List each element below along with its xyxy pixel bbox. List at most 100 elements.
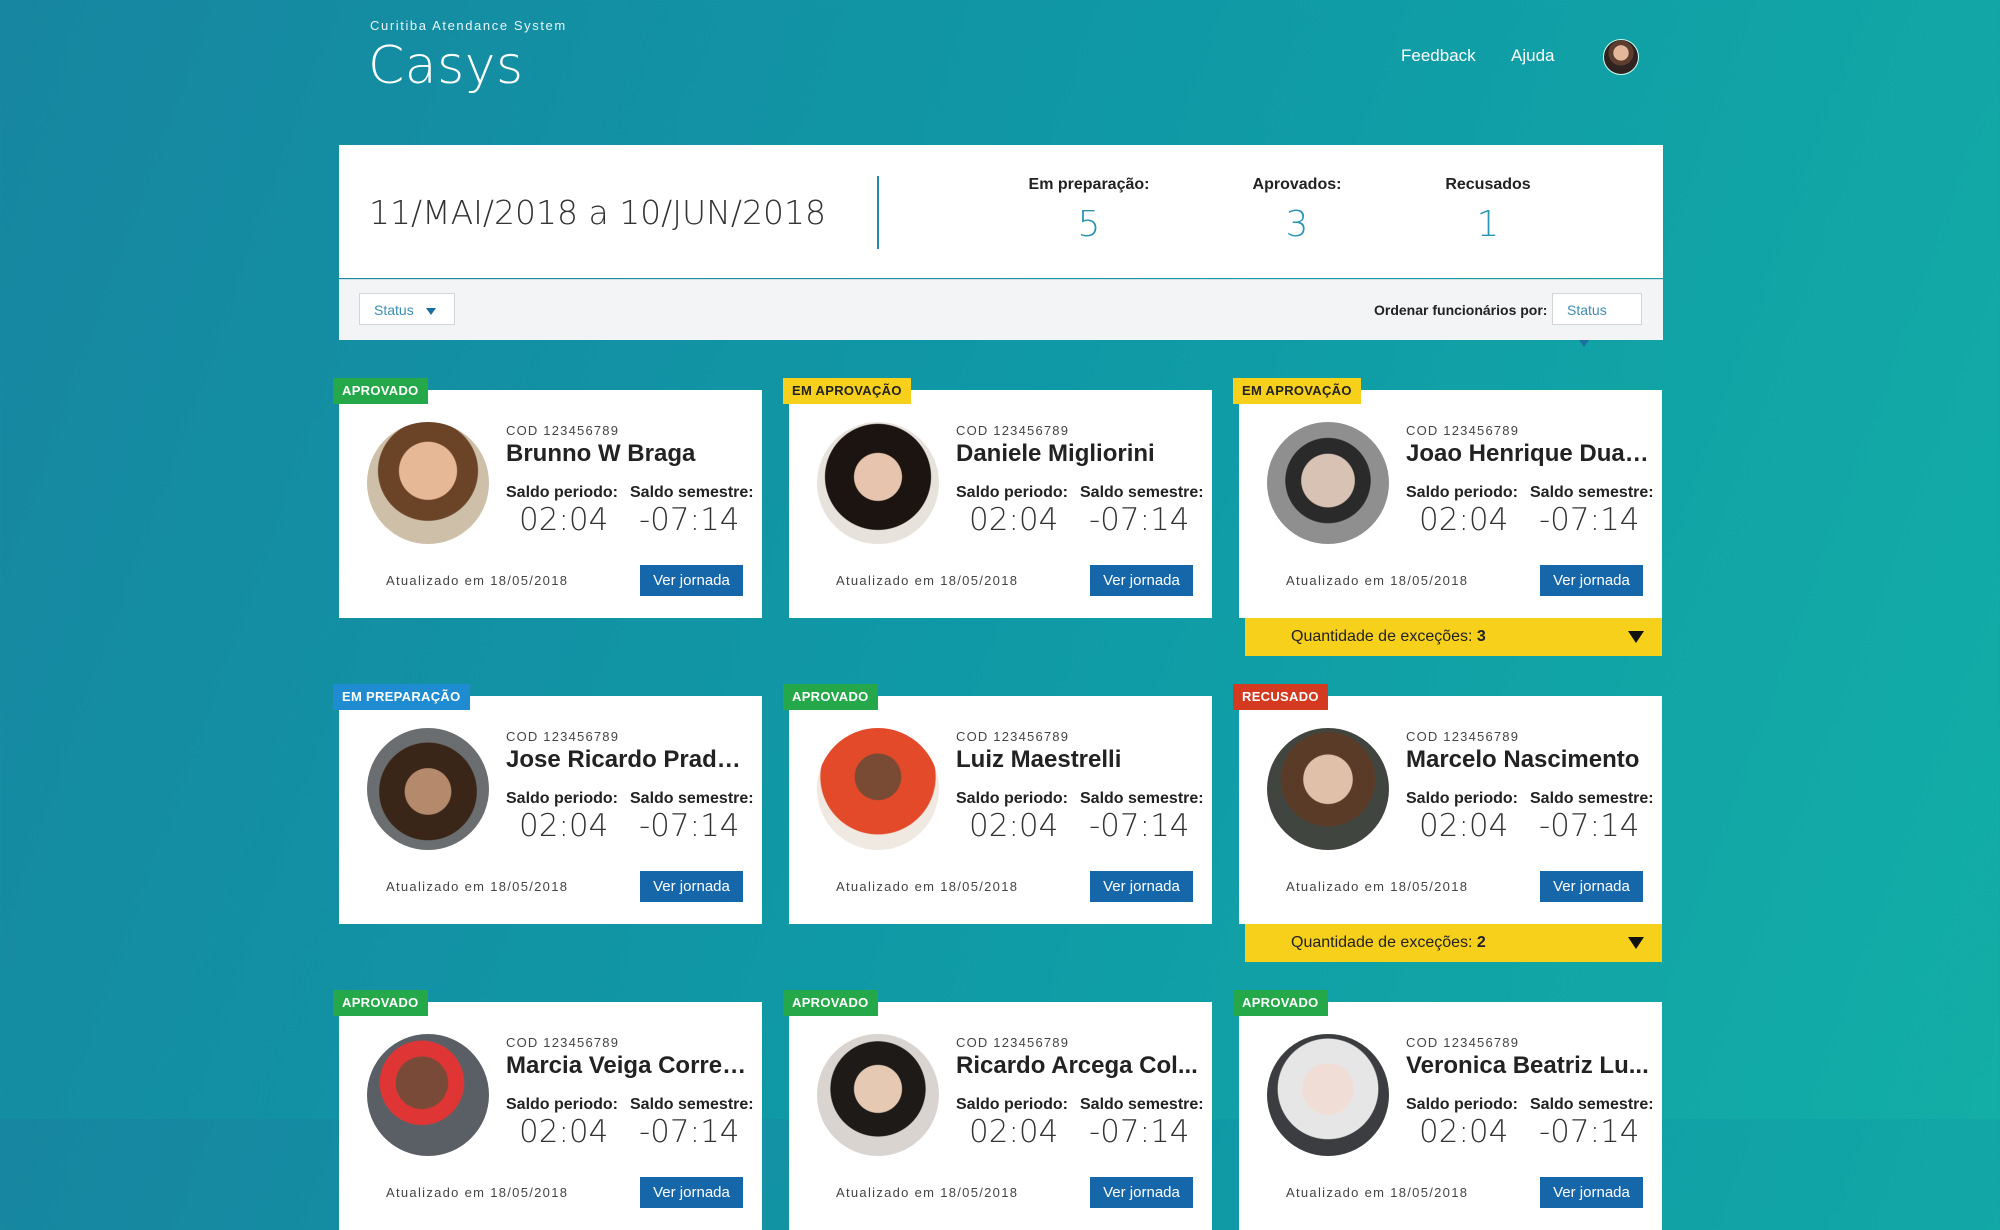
exceptions-text: Quantidade de exceções: 2 xyxy=(1291,934,1486,952)
expand-caret-icon[interactable] xyxy=(1628,631,1644,643)
status-tag: APROVADO xyxy=(333,990,428,1016)
employee-code: COD 123456789 xyxy=(1406,729,1520,744)
ver-jornada-button[interactable]: Ver jornada xyxy=(640,1177,743,1208)
saldo-periodo-label: Saldo periodo: xyxy=(506,484,618,501)
ver-jornada-button[interactable]: Ver jornada xyxy=(640,565,743,596)
saldo-periodo-label: Saldo periodo: xyxy=(506,790,618,807)
employee-card: EM PREPARAÇÃO COD 123456789 Jose Ricardo… xyxy=(333,684,762,924)
saldo-periodo-label: Saldo periodo: xyxy=(956,790,1068,807)
updated-date: Atualizado em 18/05/2018 xyxy=(386,573,569,588)
ver-jornada-button[interactable]: Ver jornada xyxy=(1540,871,1643,902)
caret-down-icon xyxy=(1579,339,1589,347)
card-body: COD 123456789 Veronica Beatriz Lu... Sal… xyxy=(1239,1002,1662,1230)
card-body: COD 123456789 Marcia Veiga Corren... Sal… xyxy=(339,1002,762,1230)
help-link[interactable]: Ajuda xyxy=(1511,46,1554,66)
feedback-link[interactable]: Feedback xyxy=(1401,46,1476,66)
employee-photo xyxy=(1267,422,1389,544)
ver-jornada-button[interactable]: Ver jornada xyxy=(1090,871,1193,902)
filter-bar: Status Ordenar funcionários por: Status xyxy=(339,279,1663,347)
saldo-periodo-value: 02:04 xyxy=(519,1114,609,1150)
updated-date: Atualizado em 18/05/2018 xyxy=(386,879,569,894)
saldo-semestre-label: Saldo semestre: xyxy=(1530,790,1654,807)
saldo-semestre-value: -07:14 xyxy=(639,1114,740,1150)
ver-jornada-button[interactable]: Ver jornada xyxy=(1540,1177,1643,1208)
stat-refused: Recusados 1 xyxy=(1408,176,1568,245)
employee-photo xyxy=(367,1034,489,1156)
card-body: COD 123456789 Daniele Migliorini Saldo p… xyxy=(789,390,1212,618)
status-tag: APROVADO xyxy=(1233,990,1328,1016)
card-body: COD 123456789 Marcelo Nascimento Saldo p… xyxy=(1239,696,1662,924)
employee-name: Marcia Veiga Corren... xyxy=(506,1052,751,1079)
employee-name: Brunno W Braga xyxy=(506,440,696,467)
employee-name: Marcelo Nascimento xyxy=(1406,746,1640,773)
employee-photo xyxy=(1267,1034,1389,1156)
employee-card: APROVADO COD 123456789 Brunno W Braga Sa… xyxy=(333,378,762,618)
saldo-periodo-value: 02:04 xyxy=(1419,502,1509,538)
saldo-semestre-label: Saldo semestre: xyxy=(1080,1096,1204,1113)
stat-value: 5 xyxy=(1077,204,1101,245)
stat-value: 1 xyxy=(1476,204,1500,245)
status-tag: EM APROVAÇÃO xyxy=(1233,378,1361,404)
user-avatar[interactable] xyxy=(1603,39,1639,75)
updated-date: Atualizado em 18/05/2018 xyxy=(386,1185,569,1200)
exceptions-count: 2 xyxy=(1476,934,1486,951)
ver-jornada-button[interactable]: Ver jornada xyxy=(640,871,743,902)
employee-code: COD 123456789 xyxy=(956,423,1070,438)
employee-photo xyxy=(367,422,489,544)
ver-jornada-button[interactable]: Ver jornada xyxy=(1090,1177,1193,1208)
saldo-semestre-label: Saldo semestre: xyxy=(1530,1096,1654,1113)
saldo-semestre-value: -07:14 xyxy=(1539,808,1640,844)
saldo-semestre-value: -07:14 xyxy=(1089,808,1190,844)
stat-label: Em preparação: xyxy=(1028,176,1150,193)
updated-date: Atualizado em 18/05/2018 xyxy=(1286,879,1469,894)
employee-name: Ricardo Arcega Col... xyxy=(956,1052,1198,1079)
exceptions-label: Quantidade de exceções: xyxy=(1291,934,1473,951)
status-filter-value: Status xyxy=(374,302,414,318)
exceptions-count: 3 xyxy=(1476,628,1486,645)
order-select-value: Status xyxy=(1567,302,1607,318)
saldo-semestre-value: -07:14 xyxy=(1539,1114,1640,1150)
saldo-periodo-value: 02:04 xyxy=(969,808,1059,844)
employee-code: COD 123456789 xyxy=(1406,1035,1520,1050)
updated-date: Atualizado em 18/05/2018 xyxy=(836,573,1019,588)
saldo-periodo-label: Saldo periodo: xyxy=(1406,484,1518,501)
updated-date: Atualizado em 18/05/2018 xyxy=(836,879,1019,894)
employee-photo xyxy=(817,1034,939,1156)
saldo-semestre-label: Saldo semestre: xyxy=(1530,484,1654,501)
order-label: Ordenar funcionários por: xyxy=(1374,302,1548,318)
saldo-periodo-label: Saldo periodo: xyxy=(956,484,1068,501)
exceptions-label: Quantidade de exceções: xyxy=(1291,628,1473,645)
exceptions-bar[interactable]: Quantidade de exceções: 2 xyxy=(1245,924,1662,962)
saldo-periodo-value: 02:04 xyxy=(1419,1114,1509,1150)
employee-card: APROVADO COD 123456789 Veronica Beatriz … xyxy=(1233,990,1662,1230)
summary-divider xyxy=(877,176,879,249)
order-select[interactable]: Status xyxy=(1552,293,1642,347)
employee-card: EM APROVAÇÃO COD 123456789 Joao Henrique… xyxy=(1233,378,1662,656)
ver-jornada-button[interactable]: Ver jornada xyxy=(1540,565,1643,596)
employee-name: Joao Henrique Duar... xyxy=(1406,440,1651,467)
employee-code: COD 123456789 xyxy=(1406,423,1520,438)
exceptions-bar[interactable]: Quantidade de exceções: 3 xyxy=(1245,618,1662,656)
updated-date: Atualizado em 18/05/2018 xyxy=(1286,573,1469,588)
expand-caret-icon[interactable] xyxy=(1628,937,1644,949)
status-tag: APROVADO xyxy=(783,990,878,1016)
saldo-periodo-value: 02:04 xyxy=(969,502,1059,538)
employee-photo xyxy=(1267,728,1389,850)
saldo-semestre-value: -07:14 xyxy=(1539,502,1640,538)
card-body: COD 123456789 Jose Ricardo Prado... Sald… xyxy=(339,696,762,924)
saldo-periodo-label: Saldo periodo: xyxy=(1406,1096,1518,1113)
app-title[interactable]: Casys xyxy=(368,36,524,96)
employee-code: COD 123456789 xyxy=(956,1035,1070,1050)
status-tag: APROVADO xyxy=(333,378,428,404)
status-filter-select[interactable]: Status xyxy=(359,293,455,325)
employee-name: Jose Ricardo Prado... xyxy=(506,746,751,773)
saldo-semestre-value: -07:14 xyxy=(1089,1114,1190,1150)
employee-name: Daniele Migliorini xyxy=(956,440,1155,467)
employee-card: RECUSADO COD 123456789 Marcelo Nasciment… xyxy=(1233,684,1662,962)
saldo-semestre-label: Saldo semestre: xyxy=(630,484,754,501)
employee-card: APROVADO COD 123456789 Marcia Veiga Corr… xyxy=(333,990,762,1230)
saldo-periodo-label: Saldo periodo: xyxy=(1406,790,1518,807)
saldo-semestre-label: Saldo semestre: xyxy=(1080,484,1204,501)
ver-jornada-button[interactable]: Ver jornada xyxy=(1090,565,1193,596)
status-tag: APROVADO xyxy=(783,684,878,710)
